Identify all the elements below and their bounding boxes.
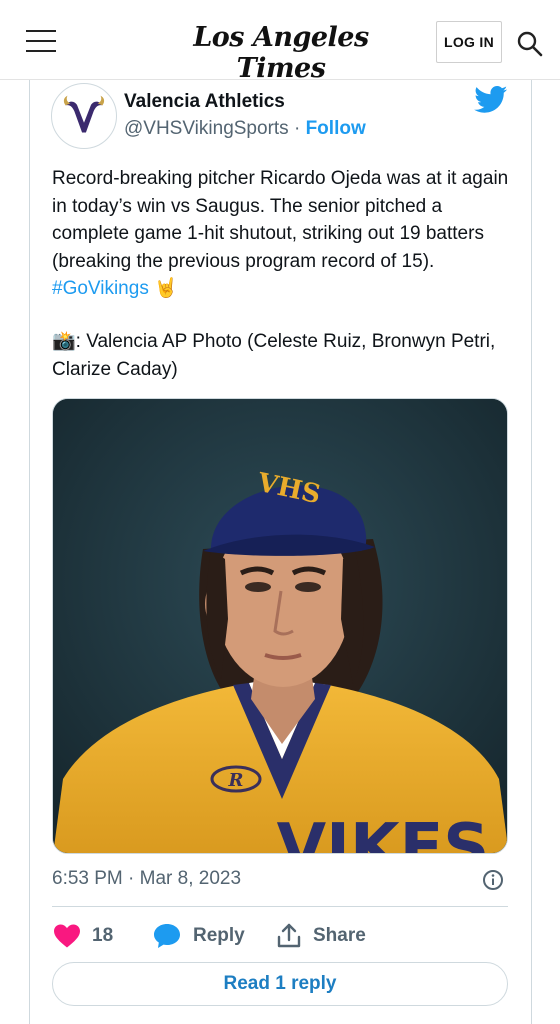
site-logo[interactable]: Los Angeles Times	[150, 22, 412, 84]
jersey-brand-logo: R	[228, 770, 244, 791]
tweet-photo[interactable]: VHS R VIKES	[52, 398, 508, 854]
rock-hand-emoji: 🤘	[154, 278, 178, 299]
viking-logo-icon[interactable]	[51, 83, 117, 149]
like-count: 18	[92, 925, 114, 946]
like-button[interactable]: 18	[54, 922, 113, 950]
camera-emoji: 📸	[52, 331, 76, 352]
menu-icon[interactable]	[26, 28, 58, 52]
login-button[interactable]: LOG IN	[436, 21, 502, 63]
author-handle[interactable]: @VHSVikingSports	[124, 118, 289, 139]
handle-separator: ·	[288, 118, 306, 139]
tweet-timestamp[interactable]: 6:53 PM · Mar 8, 2023	[52, 868, 241, 890]
tweet-body: Record-breaking pitcher Ricardo Ojeda wa…	[52, 168, 509, 272]
heart-icon	[54, 924, 80, 948]
author-handle-line: @VHSVikingSports · Follow	[124, 118, 366, 140]
hashtag-link[interactable]: #GoVikings	[52, 278, 149, 299]
top-navigation-bar: Los Angeles Times LOG IN	[0, 0, 560, 84]
reply-label: Reply	[193, 925, 245, 946]
search-icon[interactable]	[516, 30, 544, 58]
divider	[52, 906, 508, 907]
tweet-text: Record-breaking pitcher Ricardo Ojeda wa…	[52, 165, 512, 303]
reply-button[interactable]: Reply	[153, 922, 245, 950]
jersey-lettering: VIKES	[277, 811, 490, 854]
twitter-bird-icon[interactable]	[474, 86, 508, 114]
share-icon	[277, 923, 301, 948]
photo-credit: 📸: Valencia AP Photo (Celeste Ruiz, Bron…	[52, 328, 512, 383]
photo-credit-text: : Valencia AP Photo (Celeste Ruiz, Bronw…	[52, 331, 496, 380]
share-label: Share	[313, 925, 366, 946]
author-name[interactable]: Valencia Athletics	[124, 91, 285, 113]
share-button[interactable]: Share	[277, 922, 366, 950]
read-reply-button[interactable]: Read 1 reply	[52, 962, 508, 1006]
info-icon[interactable]	[482, 869, 504, 891]
reply-bubble-icon	[154, 924, 180, 948]
follow-link[interactable]: Follow	[306, 118, 366, 139]
pitcher-portrait: VHS R VIKES	[53, 399, 507, 854]
